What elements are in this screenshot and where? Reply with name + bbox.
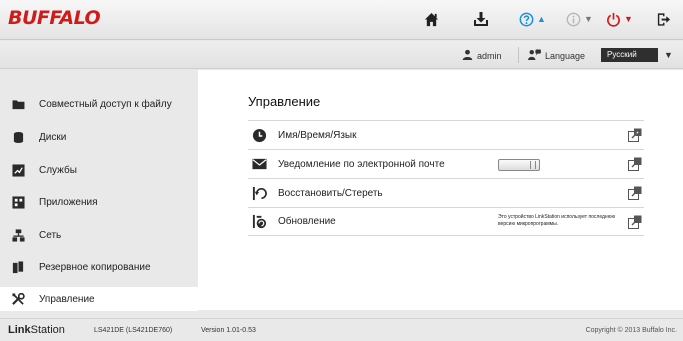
info-icon <box>566 12 581 27</box>
sidebar-item-label: Службы <box>39 164 77 176</box>
firmware-status-note: Это устройство LinkStation использует по… <box>498 214 616 227</box>
network-icon <box>11 228 25 242</box>
logout-button[interactable] <box>656 8 671 30</box>
language-icon <box>528 49 541 62</box>
user-bar: admin Language Русский ▼ <box>0 41 683 69</box>
applications-icon <box>11 195 25 209</box>
chevron-down-icon: ▼ <box>624 14 633 24</box>
mail-icon <box>251 156 267 172</box>
help-icon <box>519 12 534 27</box>
brand-bold: Link <box>8 324 31 336</box>
top-header: BUFFALO ▲ ▼ ▼ <box>0 0 683 40</box>
username: admin <box>477 50 502 61</box>
sidebar-item-file-sharing[interactable]: Совместный доступ к файлу <box>0 92 198 116</box>
settings-row-name-time-language[interactable]: Имя/Время/Язык <box>248 120 644 149</box>
settings-row-label: Обновление <box>278 216 336 227</box>
disk-icon <box>11 130 25 144</box>
language-label-group: Language <box>528 49 585 62</box>
settings-row-update[interactable]: Обновление Это устройство LinkStation ис… <box>248 207 644 236</box>
sidebar-item-services[interactable]: Службы <box>0 158 198 182</box>
open-settings-icon[interactable] <box>628 157 642 171</box>
info-button[interactable]: ▼ <box>566 8 593 30</box>
sidebar-item-management[interactable]: Управление <box>0 287 198 311</box>
sidebar-item-label: Совместный доступ к файлу <box>39 98 172 110</box>
sidebar: Совместный доступ к файлу Диски Службы П… <box>0 70 198 311</box>
sidebar-item-applications[interactable]: Приложения <box>0 190 198 214</box>
user-icon <box>462 49 473 62</box>
main-panel: Управление Имя/Время/Язык Уведомление по… <box>198 70 683 310</box>
language-value: Русский <box>601 48 658 62</box>
page-title: Управление <box>248 94 321 109</box>
firmware-version: Version 1.01-0.53 <box>201 327 256 334</box>
user-menu[interactable]: admin <box>462 49 502 62</box>
help-button[interactable]: ▲ <box>519 8 546 30</box>
toggle-knob <box>530 161 536 169</box>
folder-icon <box>11 97 25 111</box>
settings-row-restore-erase[interactable]: Восстановить/Стереть <box>248 178 644 207</box>
restore-icon <box>251 185 267 201</box>
backup-icon <box>11 260 25 274</box>
email-notification-toggle[interactable] <box>498 159 540 171</box>
sidebar-item-label: Сеть <box>39 229 62 241</box>
update-icon <box>251 214 267 230</box>
copyright: Copyright © 2013 Buffalo Inc. <box>585 327 677 334</box>
buffalo-logo: BUFFALO <box>8 7 101 29</box>
sidebar-item-network[interactable]: Сеть <box>0 223 198 247</box>
sidebar-item-label: Диски <box>39 131 67 143</box>
open-settings-icon[interactable] <box>628 215 642 229</box>
language-select[interactable]: Русский ▼ <box>601 48 677 62</box>
chevron-down-icon: ▼ <box>664 50 673 60</box>
power-button[interactable]: ▼ <box>606 8 633 30</box>
sidebar-item-backup[interactable]: Резервное копирование <box>0 255 198 279</box>
language-label: Language <box>545 50 586 61</box>
home-icon <box>424 12 439 27</box>
services-icon <box>11 163 25 177</box>
clock-icon <box>251 127 267 143</box>
sidebar-item-label: Приложения <box>39 196 98 208</box>
linkstation-brand: LinkStation <box>8 324 65 336</box>
download-icon <box>473 11 489 27</box>
settings-row-label: Восстановить/Стереть <box>278 187 383 199</box>
brand-rest: Station <box>30 324 65 336</box>
home-button[interactable] <box>424 8 439 30</box>
power-icon <box>606 12 621 27</box>
device-model: LS421DE (LS421DE760) <box>94 327 173 334</box>
chevron-down-icon: ▲ <box>537 14 546 24</box>
settings-row-label: Имя/Время/Язык <box>278 129 357 141</box>
settings-row-label: Уведомление по электронной почте <box>278 158 445 170</box>
sidebar-item-disks[interactable]: Диски <box>0 125 198 149</box>
sidebar-item-label: Управление <box>39 293 95 305</box>
footer: LinkStation LS421DE (LS421DE760) Version… <box>0 318 683 341</box>
settings-row-email-notification[interactable]: Уведомление по электронной почте <box>248 149 644 178</box>
open-settings-icon[interactable] <box>628 186 642 200</box>
chevron-down-icon: ▼ <box>584 14 593 24</box>
open-settings-icon[interactable] <box>628 128 642 142</box>
logout-icon <box>656 12 671 27</box>
tools-icon <box>11 292 25 306</box>
sidebar-item-label: Резервное копирование <box>39 261 151 273</box>
settings-list: Имя/Время/Язык Уведомление по электронно… <box>248 120 644 236</box>
download-button[interactable] <box>473 8 489 30</box>
divider <box>518 47 519 63</box>
